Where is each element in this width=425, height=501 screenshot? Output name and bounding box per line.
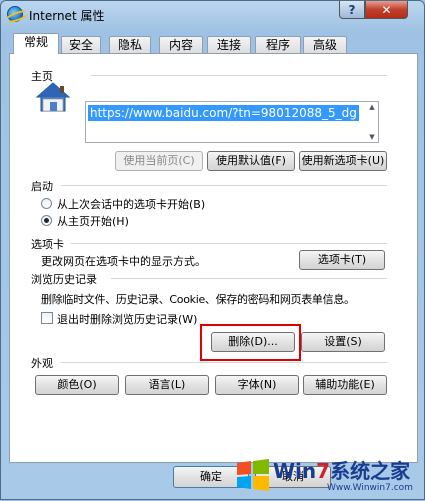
startup-radio-home-page[interactable] <box>41 215 52 226</box>
colors-button[interactable]: 颜色(O) <box>35 375 119 395</box>
startup-option-home-page-label: 从主页开始(H) <box>57 215 129 228</box>
tabs-section-title: 选项卡 <box>31 238 64 251</box>
tab-advanced[interactable]: 高级 <box>303 36 347 54</box>
startup-option-last-session-label: 从上次会话中的选项卡开始(B) <box>57 198 206 211</box>
fonts-button[interactable]: 字体(N) <box>215 375 299 395</box>
tab-programs[interactable]: 程序 <box>255 36 301 54</box>
appearance-section-title: 外观 <box>31 357 53 370</box>
use-default-button[interactable]: 使用默认值(F) <box>207 151 295 171</box>
use-current-page-button[interactable]: 使用当前页(C) <box>115 151 203 171</box>
startup-radio-last-session[interactable] <box>41 198 52 209</box>
scroll-down-icon[interactable]: ▼ <box>366 133 378 141</box>
history-settings-button[interactable]: 设置(S) <box>301 332 385 352</box>
history-divider <box>111 278 387 279</box>
site-watermark: Win7系统之家 Www.Winwin7.com <box>229 449 425 501</box>
tab-content[interactable]: 内容 <box>159 36 203 54</box>
tabs-settings-button[interactable]: 选项卡(T) <box>299 250 385 270</box>
tabs-section-description: 更改网页在选项卡中的显示方式。 <box>41 255 206 268</box>
tabs-divider <box>71 243 387 244</box>
startup-divider <box>61 185 387 186</box>
close-button[interactable]: ✕ <box>365 1 408 19</box>
window-title: Internet 属性 <box>29 9 105 23</box>
delete-on-exit-checkbox[interactable] <box>41 312 53 324</box>
homepage-divider <box>91 75 387 76</box>
ie-icon <box>7 6 23 22</box>
house-icon <box>35 82 71 112</box>
tab-general[interactable]: 常规 <box>13 33 59 54</box>
accessibility-button[interactable]: 辅助功能(E) <box>303 375 387 395</box>
tab-privacy[interactable]: 隐私 <box>109 36 151 54</box>
scroll-up-icon[interactable]: ▲ <box>366 103 378 111</box>
help-button[interactable]: ? <box>339 1 365 19</box>
watermark-url: Www.Winwin7.com <box>327 483 413 493</box>
title-bar: Internet 属性 ? ✕ <box>1 1 424 29</box>
history-section-title: 浏览历史记录 <box>31 273 97 286</box>
internet-properties-window: Internet 属性 ? ✕ 常规 安全 隐私 内容 连接 程序 高级 主页 … <box>0 0 425 500</box>
languages-button[interactable]: 语言(L) <box>125 375 209 395</box>
delete-on-exit-label: 退出时删除浏览历史记录(W) <box>57 313 198 326</box>
tab-connections[interactable]: 连接 <box>207 36 251 54</box>
startup-section-title: 启动 <box>31 180 53 193</box>
homepage-url-text: https://www.baidu.com/?tn=98012088_5_dg <box>88 105 359 121</box>
watermark-brand: Win7系统之家 <box>273 459 411 483</box>
appearance-divider <box>61 362 387 363</box>
windows-logo-icon <box>237 459 269 491</box>
history-section-description: 删除临时文件、历史记录、Cookie、保存的密码和网页表单信息。 <box>41 293 355 306</box>
delete-history-button[interactable]: 删除(D)... <box>211 332 295 352</box>
use-new-tab-button[interactable]: 使用新选项卡(U) <box>299 151 387 171</box>
homepage-url-textarea[interactable]: https://www.baidu.com/?tn=98012088_5_dg … <box>85 101 379 143</box>
tab-security[interactable]: 安全 <box>61 36 101 54</box>
